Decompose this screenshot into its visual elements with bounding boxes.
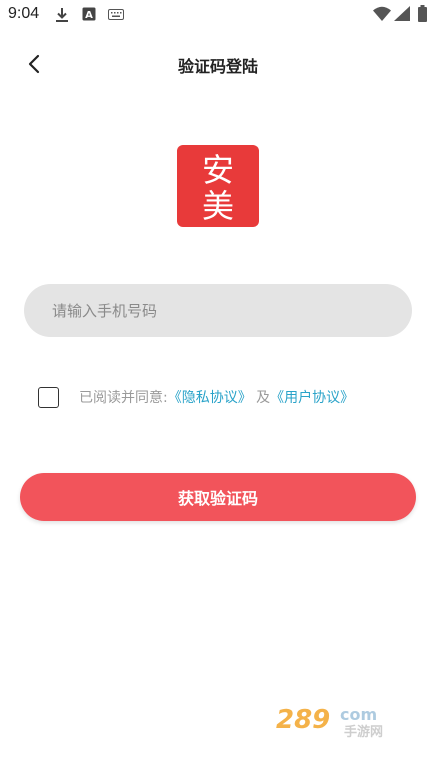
status-time: 9:04: [8, 5, 40, 22]
watermark-com: com: [340, 705, 377, 724]
logo-glyph: 安 美: [202, 151, 234, 225]
logo-char-bottom: 美: [202, 187, 234, 225]
battery-icon: [418, 5, 427, 22]
phone-input[interactable]: [52, 284, 392, 337]
watermark-main: 289: [276, 705, 330, 735]
agreement-checkbox[interactable]: [38, 386, 59, 408]
get-code-button[interactable]: 获取验证码: [20, 473, 416, 521]
header: 验证码登陆: [0, 44, 436, 84]
watermark-sub: 手游网: [344, 724, 383, 740]
agreement-prefix: 已阅读并同意:: [79, 390, 168, 406]
text-a-icon: A: [82, 7, 96, 21]
wifi-icon: [373, 6, 391, 21]
agreement-joiner: 及: [256, 390, 271, 406]
svg-text:A: A: [85, 10, 93, 21]
agreement-row: 已阅读并同意:《隐私协议》 及《用户协议》: [38, 386, 354, 408]
signal-icon: [394, 6, 410, 21]
logo-char-top: 安: [202, 151, 234, 189]
status-bar: 9:04 A: [0, 0, 436, 30]
page-title: 验证码登陆: [177, 57, 258, 76]
phone-field[interactable]: [24, 284, 412, 337]
agreement-text: 已阅读并同意:《隐私协议》 及《用户协议》: [79, 387, 354, 407]
download-icon: [56, 8, 68, 22]
watermark-logo: 289 com 手游网: [276, 705, 383, 740]
user-agreement-link[interactable]: 《用户协议》: [270, 390, 354, 406]
app-logo: 安 美: [177, 145, 259, 227]
privacy-policy-link[interactable]: 《隐私协议》: [168, 390, 252, 406]
keyboard-icon: [108, 9, 124, 20]
